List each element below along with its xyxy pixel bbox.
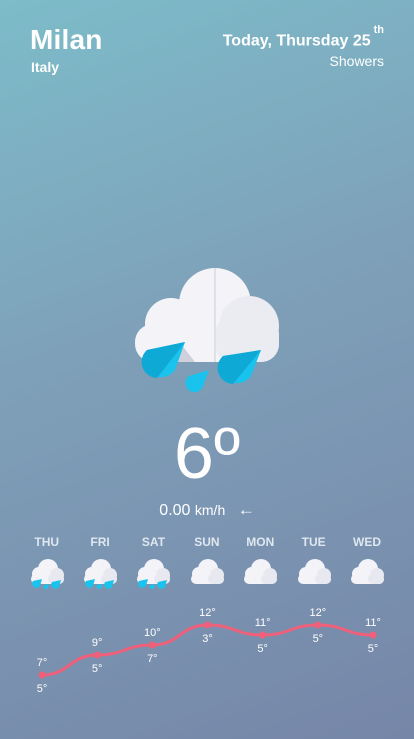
low-temp-label: 5°	[257, 643, 268, 655]
cloud-icon	[351, 559, 385, 584]
arrow-left-icon: ←	[237, 500, 255, 519]
current-temperature: 6º	[173, 414, 241, 494]
cloud-rain-icon	[133, 557, 173, 589]
day-label: THU	[34, 535, 60, 549]
high-temp-label: 11°	[365, 617, 381, 629]
high-temp-label: 9°	[92, 637, 103, 649]
forecast-day: SUN	[180, 535, 233, 589]
cloud-icon	[244, 559, 278, 584]
day-label: WED	[353, 535, 382, 549]
cloud-rain-icon	[80, 557, 120, 589]
forecast-day: WED	[340, 535, 393, 589]
low-temp-label: 5°	[313, 633, 324, 645]
high-temp-label: 12°	[199, 607, 216, 619]
forecast-day: TUE	[287, 535, 340, 589]
day-label: FRI	[90, 535, 110, 549]
high-temp-label: 11°	[255, 617, 271, 629]
forecast-days: THU FRI SAT SUN MON TUE WED	[20, 535, 394, 589]
wind-speed: 0.00	[159, 502, 191, 519]
temperature-point	[259, 631, 267, 639]
date-text: Today, Thursday 25	[222, 32, 371, 50]
condition-label: Showers	[329, 53, 384, 69]
day-label: MON	[246, 535, 275, 549]
day-label: SUN	[194, 535, 220, 549]
forecast-day: SAT	[127, 535, 180, 589]
low-temp-label: 7°	[147, 653, 158, 665]
low-temp-label: 3°	[202, 633, 213, 645]
temperature-point	[204, 621, 211, 629]
high-temp-label: 12°	[310, 607, 327, 619]
day-label: SAT	[141, 535, 166, 549]
high-temp-label: 10°	[144, 627, 161, 639]
temperature-point	[314, 621, 322, 629]
low-temp-label: 5°	[92, 663, 103, 675]
wind-unit: km/h	[194, 502, 226, 518]
cloud-icon	[190, 559, 224, 584]
forecast-day: MON	[234, 535, 287, 589]
cloud-rain-icon	[135, 268, 279, 393]
country-name: Italy	[31, 59, 60, 75]
date-label: Today, Thursday 25th	[222, 24, 384, 50]
low-temp-label: 5°	[368, 643, 379, 655]
high-temp-label: 7°	[37, 657, 48, 669]
forecast-day: FRI	[73, 535, 126, 589]
low-temp-label: 5°	[37, 683, 48, 695]
temperature-point	[369, 631, 377, 639]
temperature-chart: 7° 5° 9° 5° 10° 7° 12° 3° 11° 5° 12° 5° 11° 5°	[37, 607, 381, 695]
cloud-rain-icon	[27, 557, 67, 589]
date-suffix: th	[373, 24, 384, 36]
temperature-point	[38, 671, 46, 679]
day-label: TUE	[301, 535, 326, 549]
temperature-point	[93, 651, 101, 659]
city-name: Milan	[30, 24, 103, 55]
cloud-icon	[297, 559, 331, 584]
wind-info: 0.00 km/h ←	[0, 500, 414, 520]
forecast-day: THU	[20, 535, 73, 589]
temperature-point	[148, 641, 156, 649]
